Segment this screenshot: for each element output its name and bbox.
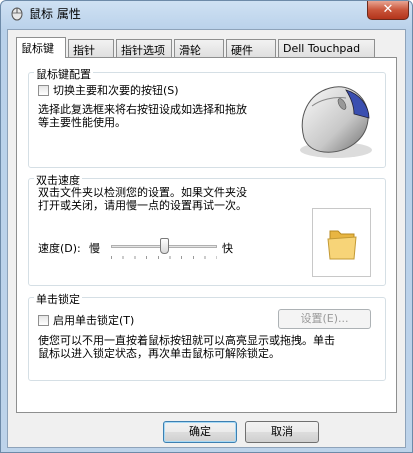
dialog-client: 鼠标键 指针 指针选项 滑轮 硬件 Dell Touchpad 鼠标键配置 切换… bbox=[7, 29, 406, 448]
speed-slider[interactable] bbox=[111, 237, 217, 259]
click-lock-group: 单击锁定 启用单击锁定(T) 设置(E)... 使您可以不用一直按着鼠标按钮就可… bbox=[28, 291, 386, 381]
fast-label: 快 bbox=[222, 242, 233, 255]
click-lock-label: 启用单击锁定(T) bbox=[53, 314, 135, 327]
click-lock-settings-button[interactable]: 设置(E)... bbox=[278, 309, 371, 329]
button-config-group: 鼠标键配置 切换主要和次要的按钮(S) 选择此复选框来将右按钮设成如选择和拖放 … bbox=[28, 66, 386, 168]
tab-wheel[interactable]: 滑轮 bbox=[174, 39, 224, 57]
double-click-description: 双击文件夹以检测您的设置。如果文件夹没 打开或关闭，请用慢一点的设置再试一次。 bbox=[38, 186, 247, 212]
swap-buttons-label: 切换主要和次要的按钮(S) bbox=[53, 84, 179, 97]
window-title: 鼠标 属性 bbox=[29, 7, 81, 21]
ok-button[interactable]: 确定 bbox=[163, 421, 237, 443]
folder-icon[interactable] bbox=[326, 225, 358, 261]
tab-pointer-options[interactable]: 指针选项 bbox=[116, 39, 172, 57]
slow-label: 慢 bbox=[89, 242, 100, 255]
slider-thumb[interactable] bbox=[160, 238, 169, 254]
tab-hardware[interactable]: 硬件 bbox=[226, 39, 276, 57]
click-lock-description: 使您可以不用一直按着鼠标按钮就可以高亮显示或拖拽。单击 鼠标以进入锁定状态，再次… bbox=[38, 334, 335, 360]
checkbox-box[interactable] bbox=[38, 314, 49, 326]
mouse-properties-window: 鼠标 属性 ✕ 鼠标键 指针 指针选项 滑轮 硬件 Dell Touchpad … bbox=[0, 0, 413, 453]
double-click-group: 双击速度 双击文件夹以检测您的设置。如果文件夹没 打开或关闭，请用慢一点的设置再… bbox=[28, 172, 386, 286]
button-config-title: 鼠标键配置 bbox=[34, 66, 93, 82]
close-icon: ✕ bbox=[382, 2, 394, 17]
cancel-button[interactable]: 取消 bbox=[245, 421, 319, 443]
click-lock-checkbox[interactable]: 启用单击锁定(T) bbox=[38, 312, 134, 328]
button-config-description: 选择此复选框来将右按钮设成如选择和拖放 等主要性能使用。 bbox=[38, 103, 247, 129]
click-lock-title: 单击锁定 bbox=[34, 291, 82, 307]
tab-mouse-buttons[interactable]: 鼠标键 bbox=[16, 37, 66, 58]
title-bar[interactable]: 鼠标 属性 ✕ bbox=[1, 1, 412, 25]
tab-dell-touchpad[interactable]: Dell Touchpad bbox=[278, 39, 375, 57]
speed-label: 速度(D): bbox=[38, 242, 81, 255]
checkbox-box[interactable] bbox=[38, 84, 49, 96]
mouse-illustration-icon bbox=[300, 86, 372, 158]
tab-pointers[interactable]: 指针 bbox=[68, 39, 114, 57]
close-button[interactable]: ✕ bbox=[367, 1, 409, 20]
swap-buttons-checkbox[interactable]: 切换主要和次要的按钮(S) bbox=[38, 82, 179, 98]
test-area[interactable] bbox=[312, 208, 371, 277]
slider-ticks bbox=[111, 256, 217, 259]
mouse-icon bbox=[11, 7, 23, 21]
tab-panel: 鼠标键配置 切换主要和次要的按钮(S) 选择此复选框来将右按钮设成如选择和拖放 … bbox=[16, 57, 397, 413]
